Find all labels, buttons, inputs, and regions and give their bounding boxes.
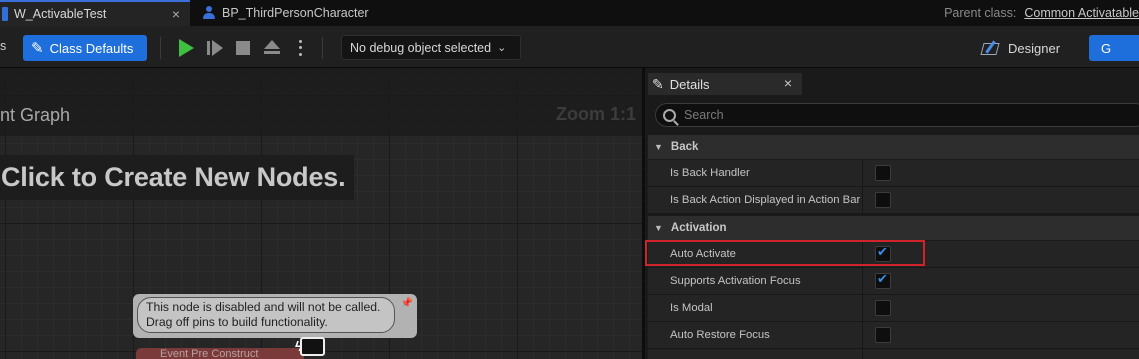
close-icon[interactable]: × xyxy=(172,6,180,22)
graph-header xyxy=(0,68,642,136)
disabled-node-comment[interactable]: This node is disabled and will not be ca… xyxy=(133,294,417,338)
column-divider[interactable] xyxy=(862,187,863,214)
toolbar-partial-label[interactable]: s xyxy=(0,39,6,53)
property-row-is-back-action-displayed: Is Back Action Displayed in Action Bar xyxy=(648,187,1139,214)
graph-label: G xyxy=(1101,40,1112,56)
chevron-down-icon: ⌄ xyxy=(497,42,507,54)
parent-class-info: Parent class: Common Activatable xyxy=(944,0,1139,26)
caret-down-icon: ▼ xyxy=(654,223,663,233)
comment-line: Drag off pins to build functionality. xyxy=(146,315,328,329)
column-divider[interactable] xyxy=(862,268,863,295)
section-title: Back xyxy=(670,141,699,153)
parent-class-link[interactable]: Common Activatable xyxy=(1024,6,1139,20)
event-node-marker xyxy=(300,337,325,356)
supports-activation-focus-checkbox[interactable]: ✔ xyxy=(875,271,891,289)
pencil-icon: ✎ xyxy=(652,75,664,92)
details-panel: ✎ Details × ▼ Back Is Back Handler Is Ba… xyxy=(642,68,1139,359)
designer-icon xyxy=(980,40,1000,56)
debug-object-select[interactable]: No debug object selected ⌄ xyxy=(341,35,521,60)
zoom-label: Zoom 1:1 xyxy=(555,104,636,124)
toolbar-divider xyxy=(160,37,161,59)
is-back-action-displayed-checkbox[interactable] xyxy=(875,192,891,208)
column-divider[interactable] xyxy=(862,160,863,187)
auto-restore-focus-checkbox[interactable] xyxy=(875,327,891,343)
column-divider[interactable] xyxy=(862,322,863,349)
graph-button[interactable]: G xyxy=(1089,35,1139,61)
comment-line: This node is disabled and will not be ca… xyxy=(146,300,381,314)
column-divider[interactable] xyxy=(862,349,863,359)
designer-label: Designer xyxy=(1008,40,1061,56)
close-icon[interactable]: × xyxy=(784,75,792,91)
create-nodes-hint: Click to Create New Nodes. xyxy=(0,155,354,200)
search-icon xyxy=(663,108,676,122)
caret-down-icon: ▼ xyxy=(654,142,663,152)
parent-class-label: Parent class: xyxy=(944,6,1017,20)
property-label: Is Back Action Displayed in Action Bar xyxy=(670,194,860,206)
property-row-auto-restore-focus: Auto Restore Focus xyxy=(648,322,1139,349)
is-modal-checkbox[interactable] xyxy=(875,300,891,316)
designer-button[interactable]: Designer xyxy=(980,37,1060,59)
property-label: Is Back Handler xyxy=(670,167,750,179)
class-defaults-label: Class Defaults xyxy=(49,40,134,56)
graph-title: nt Graph xyxy=(0,105,71,125)
checkmark-icon: ✔ xyxy=(877,271,888,286)
comment-bubble: This node is disabled and will not be ca… xyxy=(137,297,395,333)
details-tab-label: Details xyxy=(669,76,710,92)
pin-icon[interactable]: 📌 xyxy=(401,298,413,309)
property-row-supports-activation-focus: Supports Activation Focus ✔ xyxy=(648,268,1139,295)
property-label: Supports Activation Focus xyxy=(670,275,801,287)
class-defaults-button[interactable]: ✎ Class Defaults xyxy=(23,35,147,61)
step-icon[interactable] xyxy=(207,40,223,56)
debug-object-value: No debug object selected xyxy=(350,40,492,55)
widget-blueprint-icon xyxy=(2,7,8,21)
property-label: Auto Restore Focus xyxy=(670,329,770,341)
property-label: Is Modal xyxy=(670,302,713,314)
highlight-box xyxy=(645,240,925,266)
property-row-partial xyxy=(648,349,1139,359)
section-title: Activation xyxy=(670,222,727,234)
details-search[interactable] xyxy=(655,103,1139,127)
toolbar-divider xyxy=(322,37,323,59)
property-row-is-back-handler: Is Back Handler xyxy=(648,160,1139,187)
kebab-icon[interactable] xyxy=(296,38,304,58)
tab-bp-thirdpersoncharacter[interactable]: BP_ThirdPersonCharacter xyxy=(196,0,416,26)
blueprint-editor: W_ActivableTest × BP_ThirdPersonCharacte… xyxy=(0,0,1139,359)
document-tab-bar: W_ActivableTest × BP_ThirdPersonCharacte… xyxy=(0,0,1139,26)
tab-label: BP_ThirdPersonCharacter xyxy=(222,6,369,20)
column-divider[interactable] xyxy=(862,295,863,322)
event-node-header[interactable]: Event Pre Construct xyxy=(136,348,304,359)
is-back-handler-checkbox[interactable] xyxy=(875,165,891,181)
tab-w-activabletest[interactable]: W_ActivableTest × xyxy=(0,0,190,26)
eject-icon[interactable] xyxy=(263,40,281,56)
search-input[interactable] xyxy=(684,108,1104,122)
tab-label: W_ActivableTest xyxy=(14,7,107,21)
tab-details[interactable]: ✎ Details × xyxy=(648,73,802,95)
section-activation[interactable]: ▼ Activation xyxy=(648,216,1139,240)
event-graph-canvas[interactable]: nt Graph Zoom 1:1 Click to Create New No… xyxy=(0,68,642,359)
pencil-icon: ✎ xyxy=(31,40,44,57)
play-icon[interactable] xyxy=(179,39,194,57)
property-row-is-modal: Is Modal xyxy=(648,295,1139,322)
section-back[interactable]: ▼ Back xyxy=(648,135,1139,159)
main-toolbar: s ✎ Class Defaults No debug object selec… xyxy=(0,26,1139,68)
stop-icon[interactable] xyxy=(236,41,250,55)
blueprint-person-icon xyxy=(202,6,216,20)
